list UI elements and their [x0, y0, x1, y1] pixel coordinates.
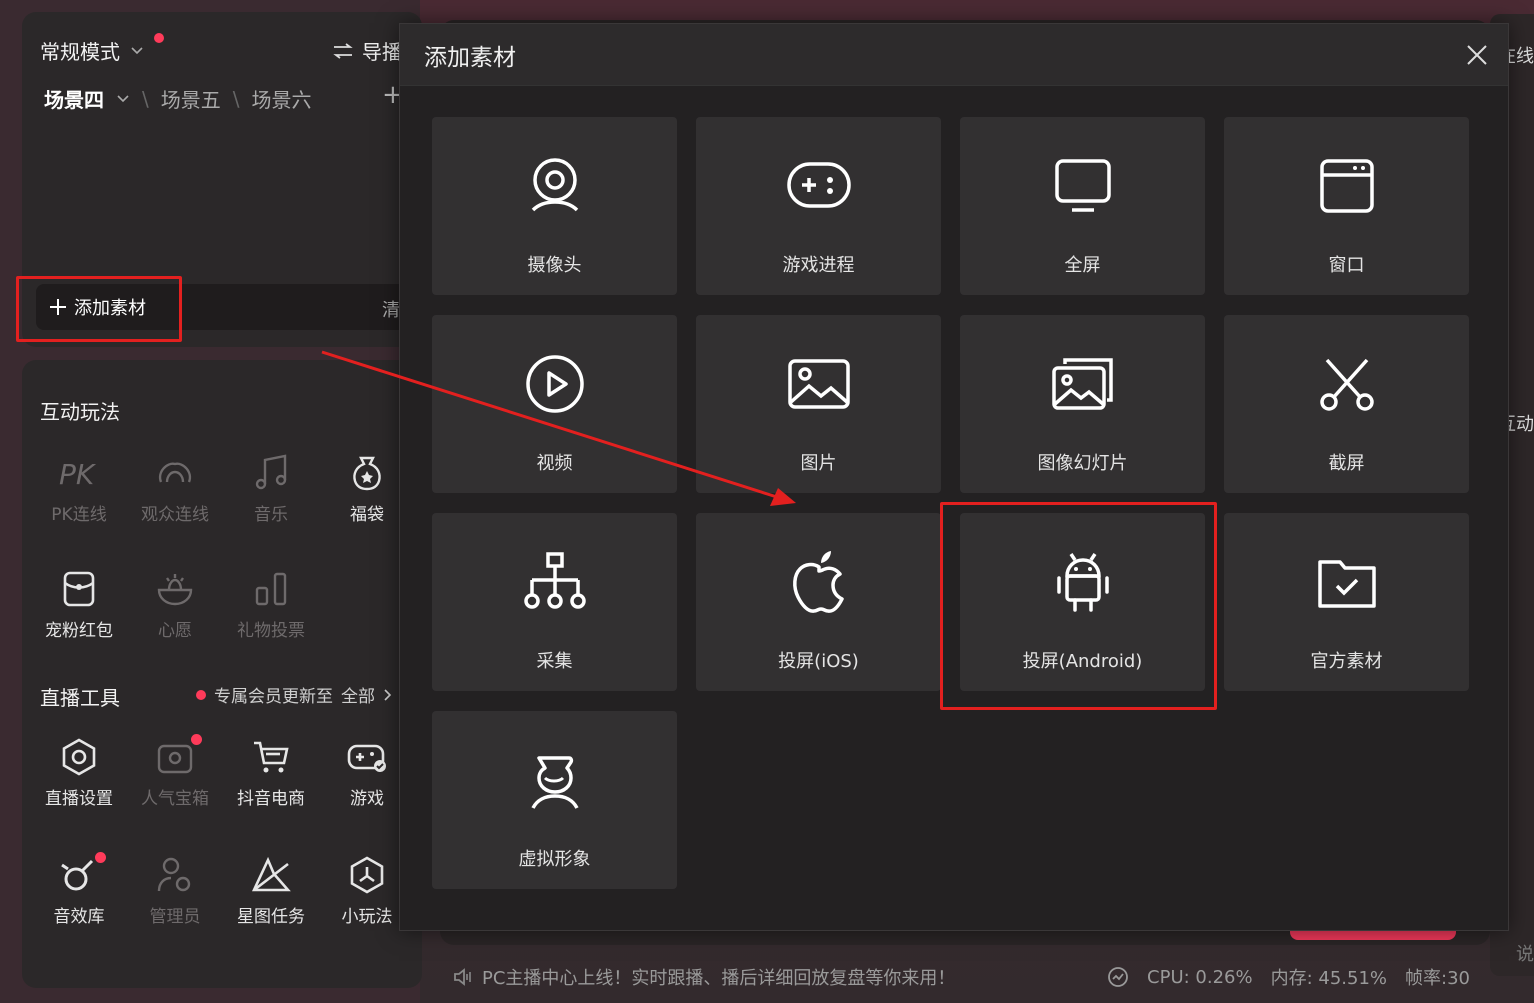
tool-star-map[interactable]: 星图任务 — [226, 854, 316, 927]
tile-image[interactable]: 图片 — [696, 315, 941, 493]
add-material-dialog: 添加素材 摄像头 游戏进程 全屏 窗口 视频 图片 图像幻灯片 截屏 采集 投屏… — [399, 23, 1509, 931]
annotation-box-android — [940, 502, 1217, 710]
cpu-usage: CPU: 0.26% — [1147, 966, 1253, 988]
star-map-icon — [251, 856, 291, 892]
tile-screenshot[interactable]: 截屏 — [1224, 315, 1469, 493]
tile-virtual-avatar[interactable]: 虚拟形象 — [432, 711, 677, 889]
notice-text: PC主播中心上线！实时跟播、播后详细回放复盘等你来用！ — [482, 968, 956, 989]
gamepad-icon — [347, 744, 386, 772]
all-tools-link[interactable]: 全部 — [341, 682, 375, 707]
side-label-say: 说 — [1516, 944, 1534, 965]
annotation-box-add-material — [16, 276, 182, 342]
tile-game-process[interactable]: 游戏进程 — [696, 117, 941, 295]
game-process-icon — [786, 162, 851, 208]
scene-tab-5[interactable]: 场景五 — [161, 84, 221, 113]
avatar-icon — [530, 756, 579, 809]
tile-video[interactable]: 视频 — [432, 315, 677, 493]
tile-cast-ios[interactable]: 投屏(iOS) — [696, 513, 941, 691]
tool-treasure-box[interactable]: 人气宝箱 — [130, 734, 220, 809]
folder-check-icon — [1317, 560, 1376, 608]
sound-effect-icon — [61, 859, 94, 891]
cart-icon — [254, 741, 289, 773]
scissors-icon — [1319, 358, 1374, 411]
mini-game-icon — [350, 856, 384, 894]
sound-badge — [95, 852, 106, 863]
image-icon — [787, 359, 850, 409]
chevron-down-icon — [131, 46, 143, 54]
mode-label: 常规模式 — [40, 40, 120, 64]
tool-audience-link[interactable]: 观众连线 — [130, 452, 220, 525]
chevron-right-icon — [384, 688, 392, 701]
tool-sound-effects[interactable]: 音效库 — [34, 852, 124, 927]
mode-selector[interactable]: 常规模式 — [40, 32, 164, 65]
notice[interactable]: PC主播中心上线！实时跟播、播后详细回放复盘等你来用！ — [452, 964, 955, 990]
memory-usage: 内存: 45.51% — [1270, 968, 1388, 989]
scene-tab-4[interactable]: 场景四 — [44, 84, 104, 113]
scene-tab-6[interactable]: 场景六 — [252, 84, 312, 113]
window-icon — [1319, 159, 1374, 213]
divider: \ — [142, 86, 149, 111]
tile-camera[interactable]: 摄像头 — [432, 117, 677, 295]
slideshow-icon — [1051, 358, 1113, 410]
frame-rate: 帧率:30 — [1405, 968, 1470, 989]
divider: \ — [232, 86, 240, 111]
performance-icon — [1108, 967, 1128, 987]
guide-button[interactable]: 导播 — [332, 36, 402, 65]
vip-note-text: 专属会员更新至 — [214, 687, 333, 707]
tool-red-packet[interactable]: 宠粉红包 — [34, 568, 124, 641]
tool-admin[interactable]: 管理员 — [130, 854, 220, 927]
pk-icon: PK — [59, 458, 97, 490]
perf-stats: CPU: 0.26% 内存: 45.51% 帧率:30 — [1107, 964, 1470, 990]
tool-live-settings[interactable]: 直播设置 — [34, 736, 124, 809]
monitor-icon — [1054, 159, 1111, 212]
svg-text:PK: PK — [59, 458, 97, 490]
interactive-title: 互动玩法 — [40, 400, 120, 424]
dialog-header: 添加素材 — [400, 24, 1508, 86]
dialog-title: 添加素材 — [424, 44, 516, 71]
mode-badge — [154, 32, 164, 43]
tile-fullscreen[interactable]: 全屏 — [960, 117, 1205, 295]
settings-icon — [62, 738, 96, 776]
vip-badge — [196, 689, 206, 700]
play-icon — [525, 355, 584, 413]
vip-update-link[interactable]: 专属会员更新至 全部 — [196, 682, 393, 707]
audience-link-icon — [158, 462, 192, 483]
camera-icon — [531, 158, 578, 212]
capture-icon — [523, 552, 586, 609]
gift-vote-icon — [255, 572, 287, 606]
tile-window[interactable]: 窗口 — [1224, 117, 1469, 295]
switch-icon — [333, 42, 353, 59]
treasure-badge — [191, 734, 202, 745]
lucky-bag-icon — [353, 456, 381, 491]
scene-tabs: 场景四 \ 场景五 \ 场景六 — [44, 84, 312, 113]
wish-icon — [157, 574, 193, 606]
guide-label: 导播 — [362, 40, 402, 64]
tool-music[interactable]: 音乐 — [226, 452, 316, 525]
tool-douyin-ecommerce[interactable]: 抖音电商 — [226, 736, 316, 809]
apple-icon — [792, 551, 844, 613]
tile-slideshow[interactable]: 图像幻灯片 — [960, 315, 1205, 493]
music-icon — [255, 454, 287, 490]
tool-pk[interactable]: PK PK连线 — [34, 452, 124, 525]
chevron-down-icon[interactable] — [116, 94, 130, 104]
close-icon[interactable] — [1464, 42, 1490, 68]
admin-icon — [157, 857, 191, 892]
tool-gift-vote[interactable]: 礼物投票 — [226, 568, 316, 641]
status-bar: PC主播中心上线！实时跟播、播后详细回放复盘等你来用！ CPU: 0.26% 内… — [440, 955, 1470, 999]
treasure-box-icon — [157, 744, 193, 774]
tile-official-material[interactable]: 官方素材 — [1224, 513, 1469, 691]
tools-title: 直播工具 — [40, 686, 120, 710]
tile-capture[interactable]: 采集 — [432, 513, 677, 691]
red-packet-icon — [63, 571, 95, 607]
tool-wish[interactable]: 心愿 — [130, 568, 220, 641]
tools-panel: 互动玩法 PK PK连线 观众连线 音乐 福袋 宠粉红包 心愿 礼物投票 直播工… — [22, 360, 422, 988]
speaker-icon — [454, 968, 471, 986]
